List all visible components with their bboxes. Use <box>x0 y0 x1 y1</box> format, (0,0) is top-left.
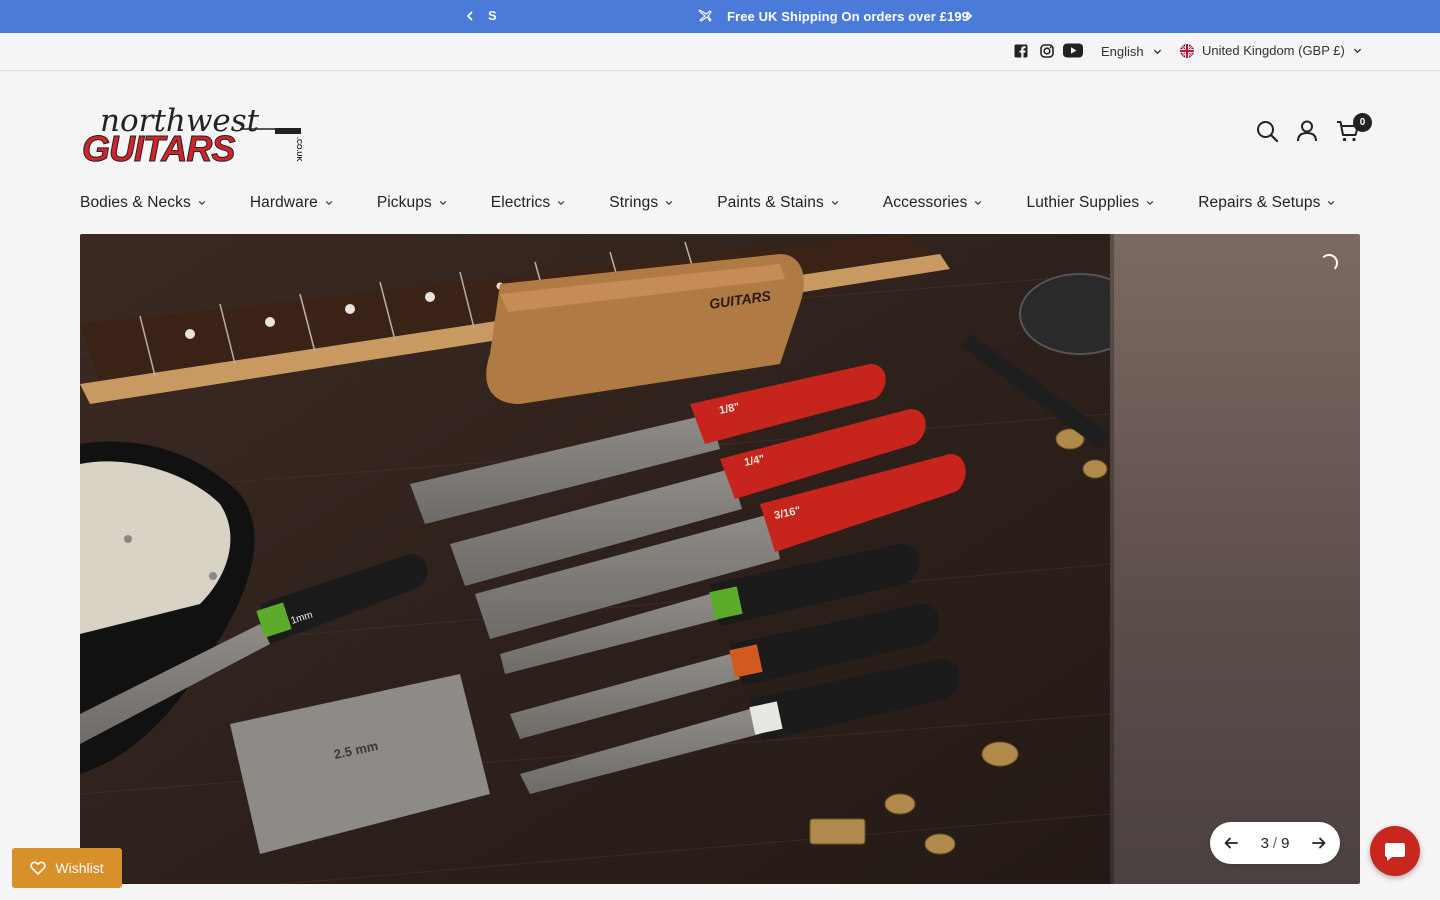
nav-item-label: Repairs & Setups <box>1198 194 1321 211</box>
chevron-down-icon <box>1328 200 1335 206</box>
slide-prev-button[interactable] <box>1216 828 1246 858</box>
chevron-down-icon <box>665 200 673 206</box>
chevron-down-icon <box>1353 48 1361 54</box>
facebook-icon[interactable] <box>1014 44 1028 58</box>
site-logo[interactable]: northwest GUITARS .CO.UK <box>80 97 306 170</box>
announcement-next-button[interactable] <box>961 8 977 24</box>
heart-icon <box>30 861 47 875</box>
announcement-message[interactable]: Free UK Shipping On orders over £199 <box>697 8 969 24</box>
language-selector[interactable]: English <box>1101 44 1162 59</box>
announcement-text: Free UK Shipping On orders over £199 <box>727 8 969 24</box>
slide-current: 3 <box>1260 834 1269 852</box>
nav-item-hardware[interactable]: Hardware <box>250 194 333 212</box>
announcement-previous-fragment: S <box>488 8 497 23</box>
slide-next-button[interactable] <box>1303 828 1334 858</box>
country-selector[interactable]: United Kingdom (GBP £) <box>1180 43 1362 58</box>
slide-pager: 3 / 9 <box>1210 822 1340 864</box>
logo-main-text: GUITARS <box>82 128 235 165</box>
youtube-icon[interactable] <box>1063 43 1083 58</box>
chevron-down-icon <box>1146 200 1154 206</box>
announcement-prev-button[interactable] <box>462 8 478 24</box>
nav-item-label: Electrics <box>490 194 551 211</box>
chevron-down-icon <box>325 200 333 206</box>
account-icon[interactable] <box>1295 119 1319 143</box>
slide-separator: / <box>1272 834 1278 852</box>
chat-bubble-icon <box>1385 843 1405 861</box>
announcement-bar: S Free UK Shipping On orders over £199 <box>0 0 1440 33</box>
uk-flag-icon <box>1180 43 1194 58</box>
nav-item-bodies-necks[interactable]: Bodies & Necks <box>80 194 206 212</box>
slide-counter: 3 / 9 <box>1261 835 1290 852</box>
nav-item-label: Accessories <box>882 194 968 211</box>
chevron-down-icon <box>1153 49 1161 55</box>
nav-item-label: Strings <box>609 194 659 211</box>
chat-widget-button[interactable] <box>1370 826 1420 876</box>
chevron-left-icon <box>466 11 473 21</box>
nav-item-label: Luthier Supplies <box>1026 194 1140 211</box>
nav-item-strings[interactable]: Strings <box>609 194 673 212</box>
wishlist-button[interactable]: Wishlist <box>12 848 122 888</box>
slide-total: 9 <box>1281 834 1290 852</box>
nav-item-label: Pickups <box>376 194 432 211</box>
arrow-right-icon <box>1312 837 1326 849</box>
nav-item-label: Bodies & Necks <box>80 194 191 211</box>
search-icon[interactable] <box>1255 119 1279 143</box>
country-label: United Kingdom (GBP £) <box>1202 43 1345 58</box>
chevron-down-icon <box>558 200 565 206</box>
loading-spinner-icon <box>1320 254 1338 272</box>
chevron-right-icon <box>966 11 973 21</box>
nav-item-accessories[interactable]: Accessories <box>883 194 983 212</box>
chevron-down-icon <box>439 200 447 206</box>
cart-count-badge: 0 <box>1353 113 1372 132</box>
hero-slide-image[interactable]: GUITARS 1/8" 1/4" 3/16" 1mm 2.5 mm <box>80 234 1110 884</box>
plane-icon <box>698 9 712 22</box>
hero-slideshow: GUITARS 1/8" 1/4" 3/16" 1mm 2.5 mm <box>80 234 1360 884</box>
logo-suffix-text: .CO.UK <box>295 137 302 162</box>
wishlist-label: Wishlist <box>55 860 104 876</box>
nav-item-paints-stains[interactable]: Paints & Stains <box>717 194 839 212</box>
nav-item-pickups[interactable]: Pickups <box>377 194 447 212</box>
nav-item-label: Paints & Stains <box>717 194 824 211</box>
nav-item-electrics[interactable]: Electrics <box>491 194 565 212</box>
chevron-down-icon <box>975 200 982 206</box>
hero-next-slide-peek[interactable] <box>1110 234 1360 884</box>
language-label: English <box>1101 44 1144 59</box>
main-nav: Bodies & Necks Hardware Pickups Electric… <box>80 192 1335 214</box>
utility-bar: English United Kingdom (GBP £) <box>0 33 1440 71</box>
arrow-left-icon <box>1224 837 1238 849</box>
nav-item-repairs-setups[interactable]: Repairs & Setups <box>1198 194 1335 212</box>
instagram-icon[interactable] <box>1040 44 1054 58</box>
chevron-down-icon <box>198 200 206 206</box>
chevron-down-icon <box>831 200 839 206</box>
nav-item-label: Hardware <box>249 194 318 211</box>
nav-item-luthier-supplies[interactable]: Luthier Supplies <box>1026 194 1154 212</box>
